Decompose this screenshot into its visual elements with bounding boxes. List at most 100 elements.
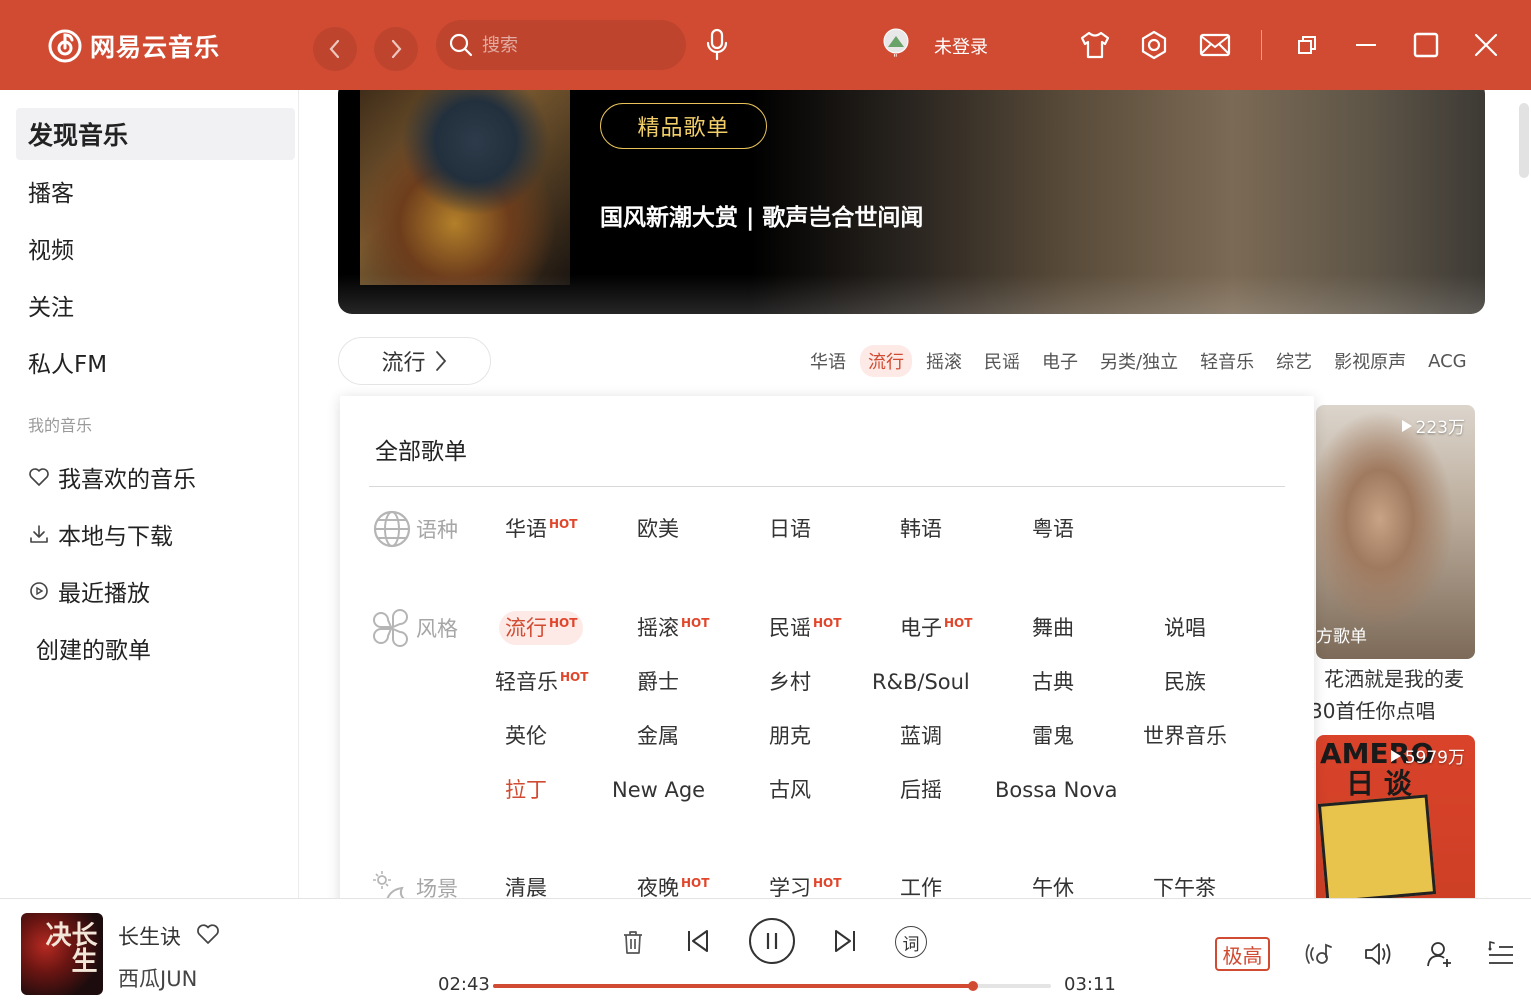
genre-tab-pop[interactable]: 流行 (860, 345, 912, 377)
previous-button[interactable] (682, 925, 714, 957)
playlist-card[interactable]: 223万 方歌单 (1316, 405, 1475, 659)
tag-option[interactable]: 工作 (900, 871, 942, 898)
tag-option-selected[interactable]: 流行 HOT (499, 611, 584, 645)
tag-option[interactable]: 欧美 (637, 512, 679, 546)
sound-effect-button[interactable] (1302, 937, 1336, 971)
genre-tab-electronic[interactable]: 电子 (1034, 345, 1086, 377)
sidebar-item-discover[interactable]: 发现音乐 (16, 108, 295, 160)
sidebar-item-podcast[interactable]: 播客 (16, 165, 295, 217)
tag-option[interactable]: 英伦 (505, 719, 547, 753)
sidebar-item-private-fm[interactable]: 私人FM (16, 336, 295, 388)
tag-option[interactable]: 雷鬼 (1032, 719, 1074, 753)
genre-tab-rock[interactable]: 摇滚 (918, 345, 970, 377)
tag-option[interactable]: 爵士 (637, 665, 679, 699)
category-select-label: 流行 (381, 351, 426, 376)
sidebar-item-recent[interactable]: 最近播放 (16, 565, 295, 617)
playlist-card[interactable]: AMERO 日 谈 5979万 (1316, 735, 1475, 898)
close-button[interactable] (1471, 30, 1501, 60)
next-button[interactable] (829, 925, 861, 957)
genre-tab-chinese[interactable]: 华语 (802, 345, 854, 377)
trash-button[interactable] (618, 927, 648, 957)
voice-search-button[interactable] (703, 28, 731, 62)
tag-option[interactable]: 朋克 (769, 719, 811, 753)
main-scrollbar[interactable] (1519, 103, 1529, 178)
genre-tab-folk[interactable]: 民谣 (976, 345, 1028, 377)
tag-option[interactable]: 华语 HOT (505, 512, 577, 546)
svg-text:": " (893, 53, 898, 63)
listen-together-button[interactable] (1424, 937, 1458, 971)
tag-option[interactable]: 民谣 HOT (769, 611, 841, 645)
tag-option[interactable]: 清晨 (505, 871, 547, 898)
lyrics-button[interactable]: 词 (895, 926, 927, 958)
tag-option[interactable]: 拉丁 (505, 773, 547, 807)
tag-option[interactable]: 乡村 (769, 665, 811, 699)
mini-mode-button[interactable] (1294, 32, 1320, 58)
sidebar-item-liked-music[interactable]: 我喜欢的音乐 (16, 451, 295, 503)
tag-option[interactable]: 电子 HOT (900, 611, 972, 645)
progress-knob[interactable] (967, 981, 978, 991)
messages-button[interactable] (1198, 30, 1232, 60)
playlist-card-title[interactable]: 花洒就是我的麦 30首任你点唱 (1310, 663, 1475, 727)
tag-option[interactable]: 说唱 (1164, 611, 1206, 645)
tag-option[interactable]: 金属 (637, 719, 679, 753)
sidebar: 发现音乐 播客 视频 关注 私人FM 我的音乐 我喜欢的音乐 本地与下载 最近播… (0, 90, 299, 898)
forward-button[interactable] (374, 27, 418, 71)
download-icon (30, 525, 48, 543)
tag-option[interactable]: 轻音乐 HOT (495, 665, 588, 699)
minimize-button[interactable] (1352, 32, 1380, 58)
quality-button[interactable]: 极高 (1215, 937, 1270, 971)
scene-icon (373, 871, 405, 898)
player-bar: 长生决 长生诀 西瓜JUN 词 02:43 03:11 极高 (0, 898, 1531, 1008)
tag-option[interactable]: 午休 (1032, 871, 1074, 898)
divider (369, 486, 1285, 487)
album-cover[interactable]: 长生决 (21, 913, 103, 995)
my-music-section-title: 我的音乐 (28, 416, 93, 435)
tag-option[interactable]: 韩语 (900, 512, 942, 546)
artist-name[interactable]: 西瓜JUN (118, 963, 197, 993)
sidebar-item-follow[interactable]: 关注 (16, 279, 295, 331)
all-playlists-option[interactable]: 全部歌单 (375, 432, 467, 466)
tag-option[interactable]: 民族 (1164, 665, 1206, 699)
genre-tab-variety[interactable]: 综艺 (1268, 345, 1320, 377)
login-text[interactable]: 未登录 (934, 33, 988, 59)
sidebar-item-local-download[interactable]: 本地与下载 (16, 508, 295, 560)
sidebar-item-video[interactable]: 视频 (16, 222, 295, 274)
tag-option[interactable]: 蓝调 (900, 719, 942, 753)
settings-button[interactable] (1137, 28, 1171, 62)
tag-option[interactable]: 世界音乐 (1143, 719, 1227, 753)
category-select-button[interactable]: 流行 (338, 337, 491, 385)
search-input[interactable] (482, 34, 662, 56)
genre-tab-acg[interactable]: ACG (1420, 348, 1475, 375)
tag-option[interactable]: 夜晚 HOT (637, 871, 709, 898)
sidebar-item-created-playlists[interactable]: 创建的歌单 (24, 622, 303, 674)
app-logo[interactable]: 网易云音乐 (48, 28, 220, 64)
search-box[interactable] (436, 20, 686, 70)
playlist-button[interactable] (1484, 937, 1518, 971)
featured-playlist-banner[interactable]: 精品歌单 国风新潮大赏 | 歌声岂合世间闻 (338, 90, 1485, 314)
tag-option[interactable]: 古风 (769, 773, 811, 807)
genre-tab-soundtrack[interactable]: 影视原声 (1326, 345, 1414, 377)
tag-option[interactable]: 舞曲 (1032, 611, 1074, 645)
progress-slider[interactable] (493, 981, 1051, 991)
tag-option[interactable]: R&B/Soul (872, 665, 970, 699)
maximize-button[interactable] (1411, 30, 1441, 60)
tag-option[interactable]: 日语 (769, 512, 811, 546)
back-button[interactable] (313, 27, 357, 71)
user-avatar[interactable]: " (882, 27, 910, 63)
tag-option[interactable]: Bossa Nova (995, 773, 1118, 807)
genre-tab-alternative[interactable]: 另类/独立 (1092, 345, 1186, 377)
tag-option[interactable]: 学习 HOT (769, 871, 841, 898)
tag-option[interactable]: 粤语 (1032, 512, 1074, 546)
song-title[interactable]: 长生诀 (118, 921, 181, 951)
skin-button[interactable] (1078, 28, 1112, 62)
pause-button[interactable] (749, 918, 795, 964)
tag-option[interactable]: 摇滚 HOT (637, 611, 709, 645)
volume-button[interactable] (1362, 937, 1396, 971)
play-count: 5979万 (1390, 743, 1465, 768)
tag-option[interactable]: 下午茶 (1153, 871, 1216, 898)
tag-option[interactable]: 后摇 (900, 773, 942, 807)
tag-option[interactable]: New Age (612, 773, 705, 807)
tag-option[interactable]: 古典 (1032, 665, 1074, 699)
like-button[interactable] (196, 923, 220, 949)
genre-tab-light-music[interactable]: 轻音乐 (1192, 345, 1262, 377)
